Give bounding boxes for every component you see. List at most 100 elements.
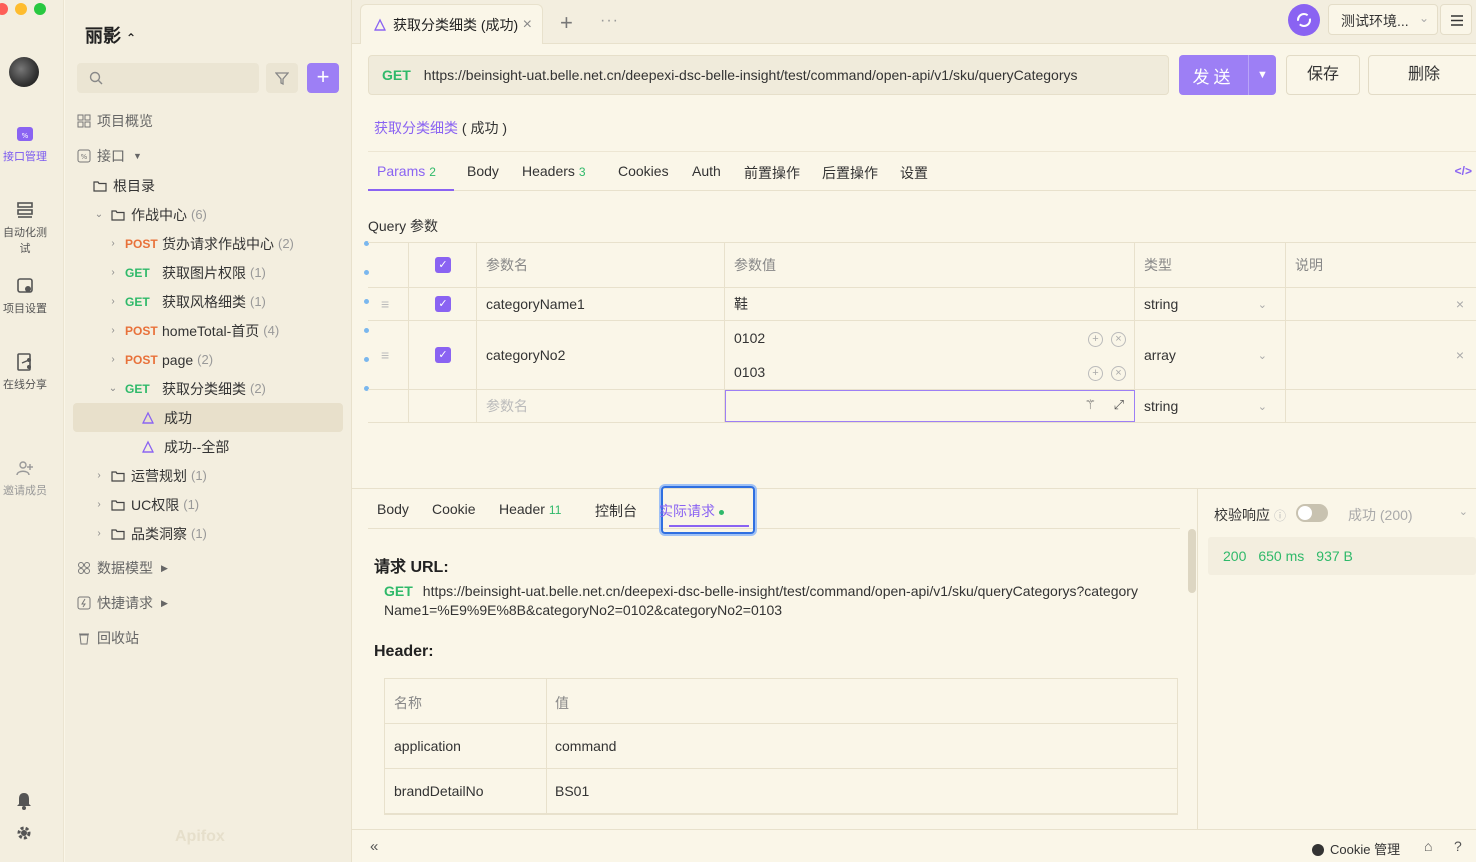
tree-item[interactable]: ⌄ GET 获取分类细类 (2) (107, 374, 377, 403)
tree-root[interactable]: 根目录 (93, 171, 363, 200)
add-item-icon[interactable]: + (1088, 332, 1103, 347)
new-tab-button[interactable]: + (560, 10, 573, 36)
expand-icon[interactable]: ⤢ (1114, 397, 1124, 413)
resp-tab-body[interactable]: Body (377, 501, 409, 517)
help-icon[interactable]: ⓘ (1274, 509, 1286, 523)
add-item-icon[interactable]: + (1088, 366, 1103, 381)
tab-headers[interactable]: Headers 3 (522, 163, 586, 179)
more-icon[interactable]: ··· (600, 12, 619, 30)
help-icon[interactable]: ? (1454, 838, 1462, 854)
response-status-select[interactable]: 成功 (200) (1348, 505, 1413, 525)
tab-active[interactable]: 获取分类细类 (成功) × (360, 4, 543, 44)
new-param-name-input[interactable]: 参数名 (477, 390, 725, 422)
chevron-down-icon[interactable]: ▼ (1248, 55, 1276, 95)
param-value-input[interactable]: 0102 (734, 330, 765, 346)
param-desc-input[interactable] (1286, 390, 1476, 422)
tree-case-selected[interactable]: 成功 (73, 403, 343, 432)
nav-overview[interactable]: 项目概览 (77, 108, 153, 134)
tab-pre-processors[interactable]: 前置操作 (744, 163, 800, 183)
delete-button[interactable]: 删除 (1368, 55, 1476, 95)
tree-item[interactable]: › POST page (2) (107, 345, 377, 374)
filter-button[interactable] (266, 63, 298, 93)
sync-button[interactable] (1288, 4, 1320, 36)
param-checkbox[interactable]: ✓ (409, 321, 477, 389)
rail-item-api[interactable]: % 接口管理 (0, 124, 50, 164)
rail-item-share[interactable]: 在线分享 (0, 352, 50, 392)
tab-body[interactable]: Body (467, 163, 499, 179)
send-button[interactable]: 发送 ▼ (1179, 55, 1276, 95)
param-type-select[interactable]: array ⌄ (1135, 321, 1286, 389)
collapse-sidebar-icon[interactable]: « (370, 838, 378, 855)
tab-params[interactable]: Params 2 (377, 163, 436, 179)
response-time: 650 ms (1258, 548, 1305, 564)
param-type-select[interactable]: string ⌄ (1135, 390, 1286, 422)
param-name-input[interactable]: categoryName1 (477, 288, 725, 320)
drag-handle[interactable]: ≡ (368, 321, 409, 389)
environment-select[interactable]: 测试环境... ⌄ (1328, 4, 1438, 35)
drag-handle[interactable]: ≡ (368, 288, 409, 320)
scrollbar[interactable] (1188, 529, 1196, 593)
project-switcher[interactable]: 丽影 ⌃ (85, 22, 136, 48)
verify-toggle[interactable] (1296, 504, 1328, 522)
param-desc-input[interactable]: × (1286, 288, 1476, 320)
nav-apis[interactable]: % 接口 ▼ (77, 143, 142, 169)
rail-label: 项目设置 (3, 303, 47, 315)
tab-cookies[interactable]: Cookies (618, 163, 669, 179)
param-value-input[interactable]: 0103 (734, 364, 765, 380)
gear-icon[interactable] (16, 825, 32, 841)
nav-recycle-bin[interactable]: 回收站 (77, 625, 139, 651)
new-param-value-input[interactable]: ⚚ ⤢ (725, 390, 1135, 422)
resp-tab-cookie[interactable]: Cookie (432, 501, 476, 517)
tree-folder[interactable]: › UC权限 (1) (93, 490, 363, 519)
rail-item-invite[interactable]: 邀请成员 (0, 458, 50, 498)
param-value-input[interactable]: 鞋 (725, 288, 1135, 320)
nav-quick-requests[interactable]: 快捷请求 ▶ (77, 590, 168, 616)
tree-folder[interactable]: › 品类洞察 (1) (93, 519, 363, 548)
rail-item-project-settings[interactable]: 项目设置 (0, 276, 50, 316)
remove-item-icon[interactable]: × (1111, 332, 1126, 347)
remove-item-icon[interactable]: × (1111, 366, 1126, 381)
save-button[interactable]: 保存 (1286, 55, 1360, 95)
tree-folder[interactable]: › 运营规划 (1) (93, 461, 363, 490)
search-input[interactable] (77, 63, 259, 93)
tree-label: homeTotal-首页 (162, 322, 260, 339)
close-icon[interactable]: × (523, 16, 532, 34)
maximize-window-button[interactable] (34, 3, 46, 15)
bell-icon[interactable] (16, 792, 32, 810)
param-type-select[interactable]: string ⌄ (1135, 288, 1286, 320)
resp-tab-actual-request[interactable]: 实际请求 (659, 501, 724, 521)
resp-tab-header[interactable]: Header 11 (499, 501, 561, 517)
code-icon[interactable]: </> (1455, 164, 1472, 178)
tree-case[interactable]: 成功--全部 (141, 432, 411, 461)
tree-item[interactable]: › GET 获取图片权限 (1) (107, 258, 377, 287)
tab-auth[interactable]: Auth (692, 163, 721, 179)
tree-item[interactable]: › POST homeTotal-首页 (4) (107, 316, 377, 345)
menu-button[interactable] (1440, 4, 1472, 35)
remove-icon[interactable]: × (1456, 347, 1464, 363)
add-button[interactable]: + (307, 63, 339, 93)
cookie-manager-button[interactable]: Cookie 管理 (1312, 839, 1400, 858)
url-input[interactable]: https://beinsight-uat.belle.net.cn/deepe… (424, 67, 1078, 83)
nav-data-models[interactable]: 数据模型 ▶ (77, 555, 168, 581)
shirt-icon[interactable]: ⌂ (1424, 838, 1432, 854)
breadcrumb-link[interactable]: 获取分类细类 (374, 120, 458, 136)
avatar[interactable] (9, 57, 39, 87)
tree-item[interactable]: › POST 货办请求作战中心 (2) (107, 229, 377, 258)
magic-wand-icon[interactable]: ⚚ (1084, 397, 1096, 413)
close-window-button[interactable] (0, 3, 8, 15)
tab-post-processors[interactable]: 后置操作 (822, 163, 878, 183)
tab-settings[interactable]: 设置 (900, 163, 928, 183)
select-all-checkbox[interactable]: ✓ (409, 243, 477, 287)
tree-folder-combat[interactable]: ⌄ 作战中心 (6) (93, 200, 363, 229)
param-name-input[interactable]: categoryNo2 (477, 321, 725, 389)
param-desc-input[interactable]: × (1286, 321, 1476, 389)
url-bar[interactable]: GET https://beinsight-uat.belle.net.cn/d… (368, 55, 1169, 95)
resp-tab-console[interactable]: 控制台 (595, 501, 637, 521)
tab-label: Header (499, 501, 545, 517)
rail-item-automation[interactable]: 自动化测试 (0, 200, 50, 256)
remove-icon[interactable]: × (1456, 296, 1464, 312)
param-checkbox[interactable]: ✓ (409, 288, 477, 320)
minimize-window-button[interactable] (15, 3, 27, 15)
tree-item[interactable]: › GET 获取风格细类 (1) (107, 287, 377, 316)
method-select[interactable]: GET (382, 67, 411, 83)
